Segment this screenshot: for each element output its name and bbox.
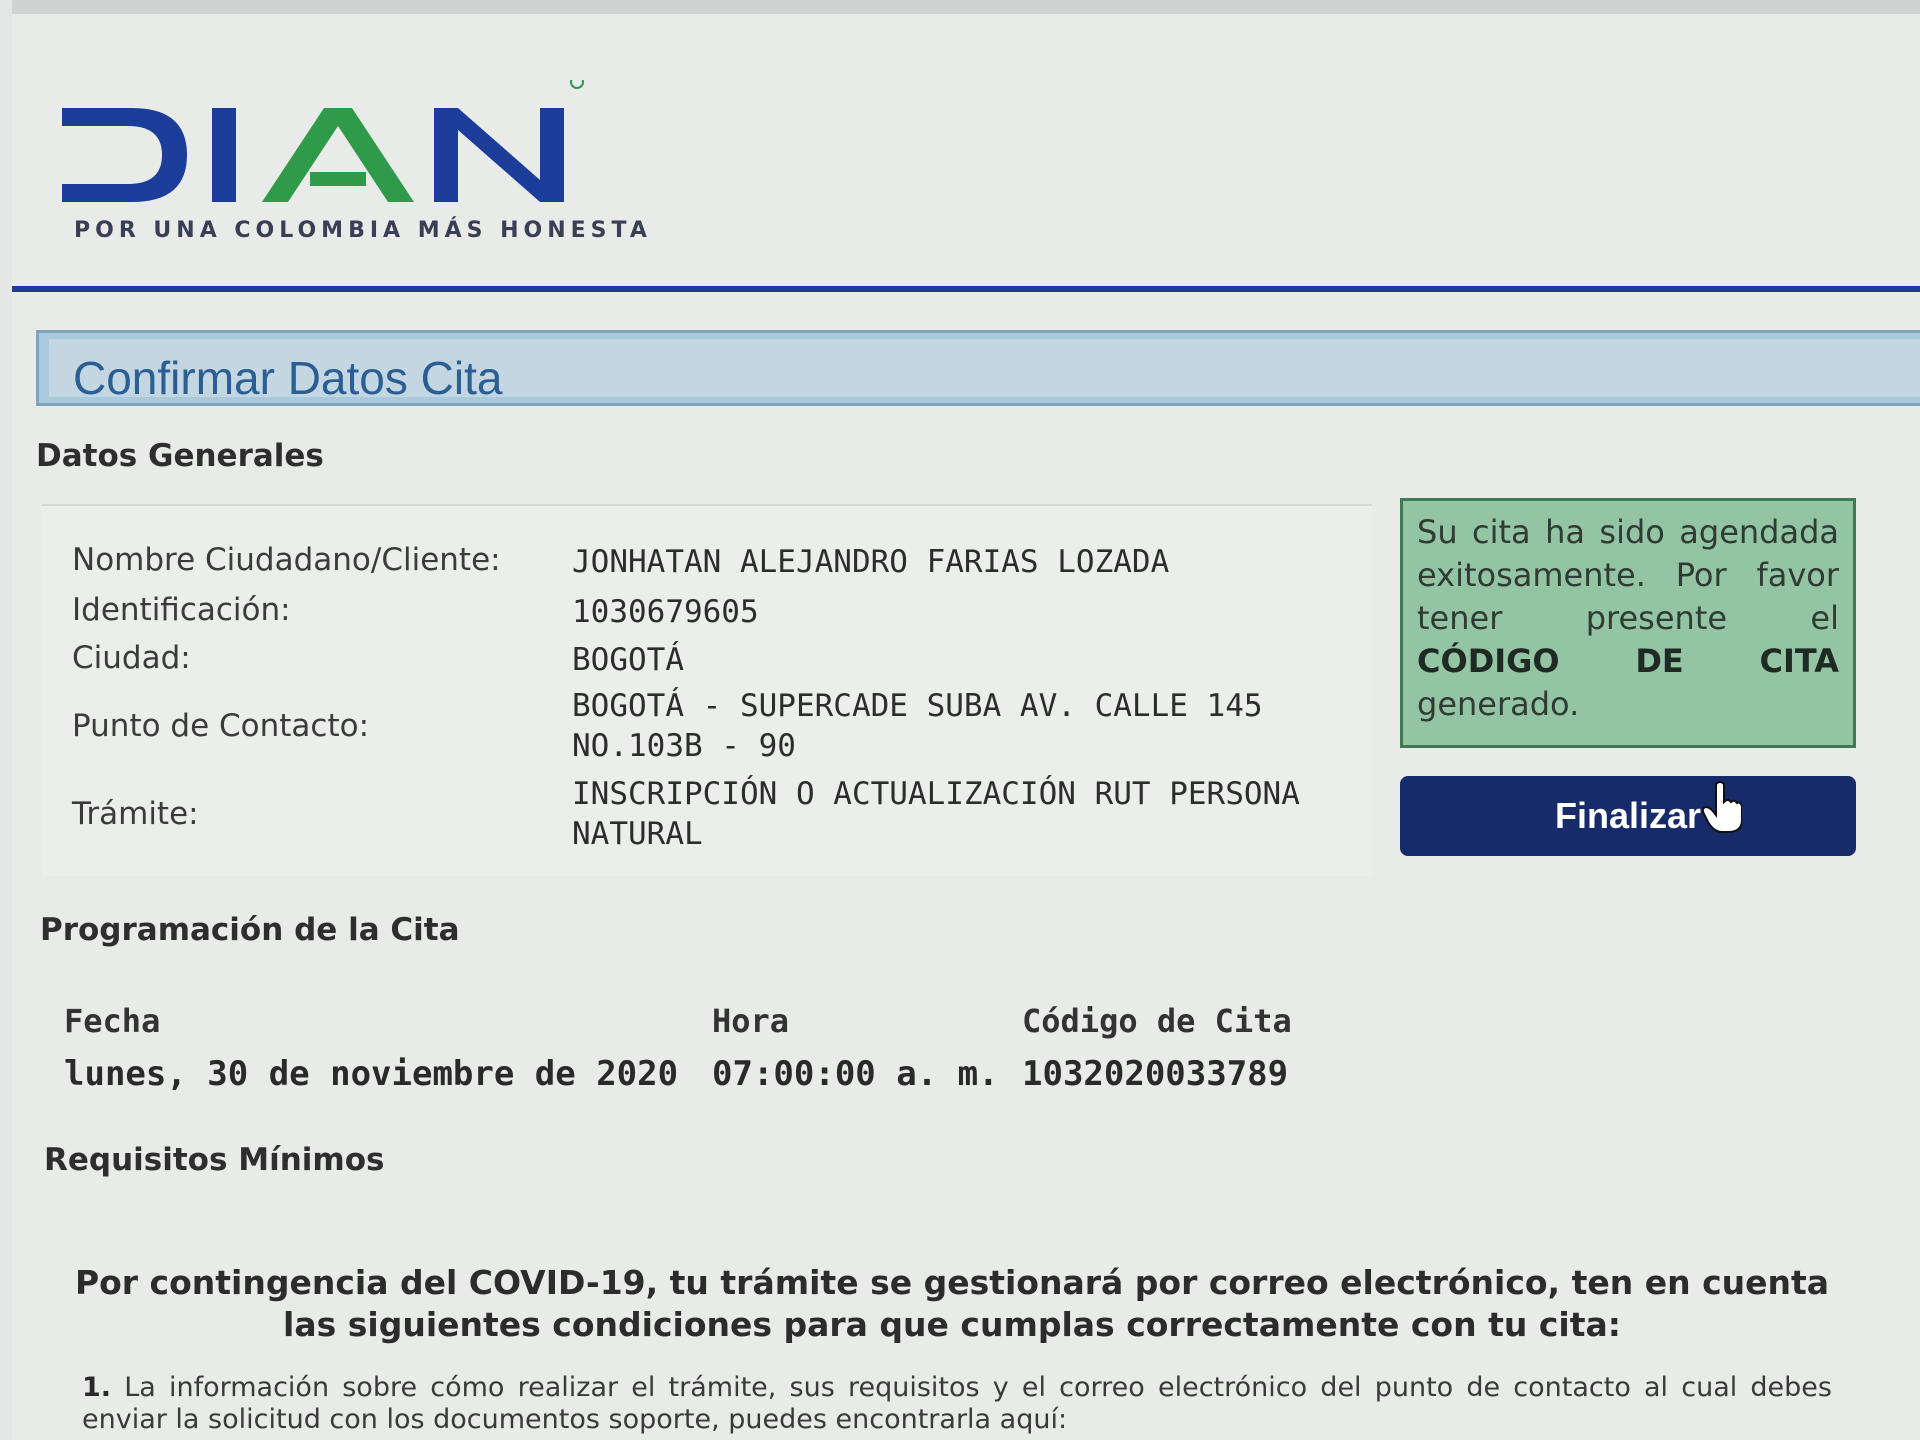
title-bar: Confirmar Datos Cita xyxy=(36,330,1920,406)
title-bar-inner: Confirmar Datos Cita xyxy=(49,339,1920,404)
success-message: Su cita ha sido agendada exitosamente. P… xyxy=(1400,498,1856,748)
browser-top-strip xyxy=(12,0,1920,14)
success-emphasis: CÓDIGO DE CITA xyxy=(1417,642,1839,680)
success-text-end: generado. xyxy=(1417,685,1580,723)
codigo-value: 1032020033789 xyxy=(1022,1054,1289,1094)
condition-number: 1. xyxy=(82,1372,112,1403)
finalizar-button[interactable]: Finalizar xyxy=(1400,776,1856,856)
codigo-column: Código de Cita 1032020033789 xyxy=(1022,1002,1292,1094)
page: POR UNA COLOMBIA MÁS HONESTA Confirmar D… xyxy=(12,0,1920,1440)
field-label: Punto de Contacto: xyxy=(72,708,370,744)
hora-value: 07:00:00 a. m. xyxy=(712,1054,999,1094)
hand-cursor-icon xyxy=(1702,781,1742,833)
requisitos-heading: Requisitos Mínimos xyxy=(44,1142,385,1178)
datos-generales-panel: Nombre Ciudadano/Cliente: JONHATAN ALEJA… xyxy=(42,504,1372,876)
success-text: Su cita ha sido agendada exitosamente. P… xyxy=(1417,513,1839,637)
field-value-nombre: JONHATAN ALEJANDRO FARIAS LOZADA xyxy=(572,544,1170,580)
programacion-heading: Programación de la Cita xyxy=(40,912,460,948)
fecha-label: Fecha xyxy=(64,1002,161,1040)
field-value-punto-contacto: BOGOTÁ - SUPERCADE SUBA AV. CALLE 145 NO… xyxy=(572,688,1263,764)
field-value-ciudad: BOGOTÁ xyxy=(572,642,684,678)
field-label: Identificación: xyxy=(72,592,291,628)
field-label: Nombre Ciudadano/Cliente: xyxy=(72,542,501,578)
covid-notice: Por contingencia del COVID-19, tu trámit… xyxy=(74,1263,1830,1344)
condition-text: La información sobre cómo realizar el tr… xyxy=(82,1372,1832,1435)
field-label: Trámite: xyxy=(72,796,199,832)
field-value-identificacion: 1030679605 xyxy=(572,594,759,630)
condition-item: 1. La información sobre cómo realizar el… xyxy=(82,1372,1832,1440)
field-label: Ciudad: xyxy=(72,640,191,676)
codigo-label: Código de Cita xyxy=(1022,1002,1292,1040)
fecha-column: Fecha lunes, 30 de noviembre de 2020 xyxy=(64,1002,678,1094)
datos-generales-heading: Datos Generales xyxy=(36,438,324,474)
page-title: Confirmar Datos Cita xyxy=(73,352,503,404)
hora-label: Hora xyxy=(712,1002,790,1040)
field-value-tramite: INSCRIPCIÓN O ACTUALIZACIÓN RUT PERSONA … xyxy=(572,776,1300,852)
tagline: POR UNA COLOMBIA MÁS HONESTA xyxy=(74,218,652,243)
hora-column: Hora 07:00:00 a. m. xyxy=(712,1002,999,1094)
fecha-value: lunes, 30 de noviembre de 2020 xyxy=(64,1054,679,1094)
header-divider xyxy=(12,286,1920,292)
